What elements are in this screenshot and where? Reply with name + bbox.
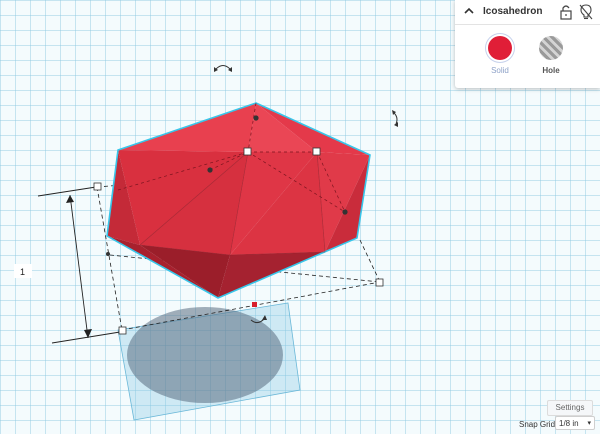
hole-label: Hole <box>542 66 560 75</box>
shape-shadow <box>127 307 283 403</box>
rotate-arrow-top-icon[interactable] <box>214 65 232 73</box>
chevron-up-icon[interactable] <box>463 5 475 17</box>
rotate-arrow-right-icon[interactable] <box>392 110 398 127</box>
hole-option-button[interactable]: Hole <box>526 33 576 79</box>
handle-top-center[interactable] <box>243 147 252 156</box>
handle-corner-bottom-left[interactable] <box>118 326 127 335</box>
handle-corner-bottom-right[interactable] <box>375 278 384 287</box>
solid-color-swatch[interactable] <box>488 36 512 60</box>
shape-inspector-panel: Icosahedron Solid Hole <box>455 0 600 88</box>
lightbulb-icon[interactable] <box>579 4 593 20</box>
solid-label: Solid <box>491 66 509 75</box>
handle-height[interactable] <box>253 115 259 121</box>
height-value[interactable]: 1 <box>20 267 25 277</box>
handle-side-lower[interactable] <box>106 252 110 256</box>
icosahedron-shape[interactable] <box>106 102 371 299</box>
hole-pattern-swatch[interactable] <box>539 36 563 60</box>
shape-name-label: Icosahedron <box>483 6 543 17</box>
height-dimension <box>37 186 121 344</box>
lock-icon[interactable] <box>559 4 573 20</box>
inspector-header: Icosahedron <box>455 0 600 25</box>
handle-move-red[interactable] <box>252 302 257 307</box>
handle-side-left[interactable] <box>207 167 213 173</box>
snap-grid-value: 1/8 in <box>559 419 579 428</box>
handle-corner-top-left[interactable] <box>93 182 102 191</box>
snap-grid-dropdown[interactable]: 1/8 in ▾ <box>555 416 595 430</box>
handle-side-right[interactable] <box>342 209 348 215</box>
snap-grid-label: Snap Grid <box>519 420 556 429</box>
handle-top-right[interactable] <box>312 147 321 156</box>
settings-button[interactable]: Settings <box>547 400 593 416</box>
solid-option-button[interactable]: Solid <box>475 33 525 79</box>
chevron-down-icon: ▾ <box>587 420 591 427</box>
